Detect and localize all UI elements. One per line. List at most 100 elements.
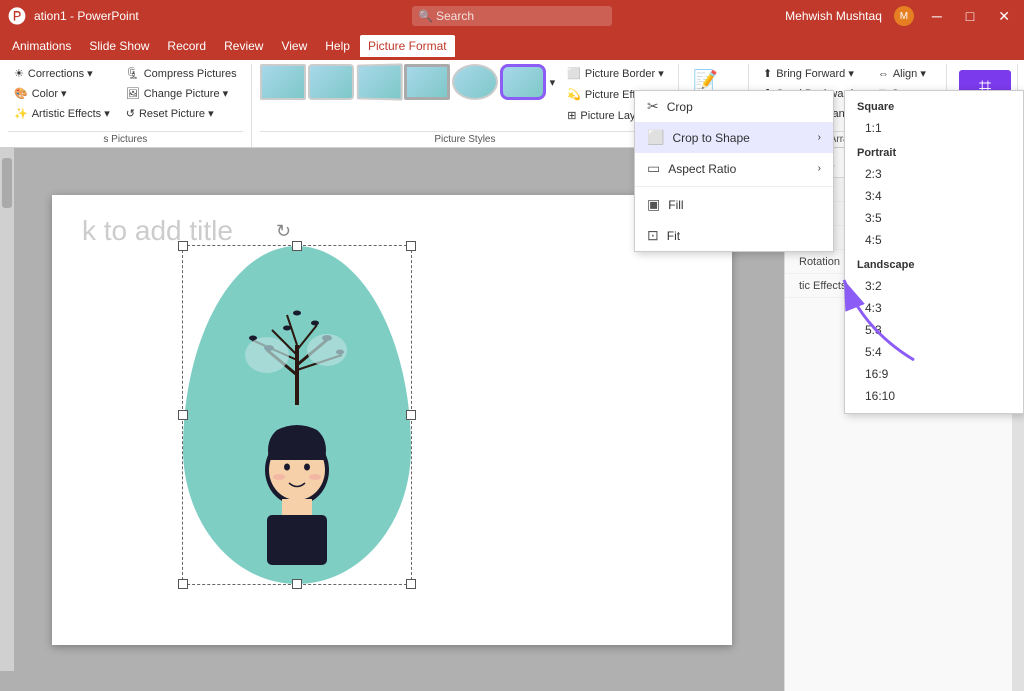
compress-icon: 🗜 — [126, 67, 140, 80]
picture-border-button[interactable]: ⬜ Picture Border ▾ — [561, 64, 670, 83]
ratio-1-1[interactable]: 1:1 — [845, 117, 1023, 139]
handle-top-left[interactable] — [178, 241, 188, 251]
menu-picture-format[interactable]: Picture Format — [360, 35, 455, 57]
title-bar: 🅟 ation1 - PowerPoint 🔍 Mehwish Mushtaq … — [0, 0, 1024, 32]
ratio-3-4[interactable]: 3:4 — [845, 185, 1023, 207]
styles-more-button[interactable]: ▾ — [548, 74, 558, 91]
artistic-effects-button[interactable]: ✨ Artistic Effects ▾ — [8, 104, 116, 123]
app-icon: 🅟 — [8, 3, 26, 29]
style-thumb-5[interactable] — [452, 64, 498, 100]
style-thumb-6[interactable] — [500, 64, 546, 100]
align-icon: ⇔ — [878, 68, 889, 80]
fit-icon: ⊡ — [647, 227, 659, 244]
aspect-ratio-icon: ▭ — [647, 160, 660, 177]
search-input[interactable] — [412, 6, 612, 26]
ratio-3-2[interactable]: 3:2 — [845, 275, 1023, 297]
search-icon: 🔍 — [418, 9, 433, 23]
landscape-header: Landscape — [845, 255, 1023, 275]
handle-bottom-left[interactable] — [178, 579, 188, 589]
menu-record[interactable]: Record — [159, 35, 214, 57]
dropdown-fill[interactable]: ▣ Fill — [635, 189, 833, 220]
corrections-icon: ☀ — [14, 67, 24, 80]
dropdown-aspect-ratio[interactable]: ▭ Aspect Ratio › — [635, 153, 833, 184]
bring-forward-icon: ⬆ — [763, 67, 772, 80]
layout-icon: ⊞ — [567, 109, 576, 122]
ribbon-group-styles: ▾ ⬜ Picture Border ▾ 💫 Picture Effects ▾… — [256, 64, 680, 147]
menu-review[interactable]: Review — [216, 35, 271, 57]
adjust-col2: 🗜 Compress Pictures 🖼 Change Picture ▾ ↺… — [120, 64, 243, 123]
reset-picture-button[interactable]: ↺ Reset Picture ▾ — [120, 104, 243, 123]
dropdown-crop-to-shape[interactable]: ⬜ Crop to Shape › — [635, 122, 833, 153]
handle-top-right[interactable] — [406, 241, 416, 251]
corrections-button[interactable]: ☀ Corrections ▾ — [8, 64, 116, 83]
aspect-ratio-submenu: Square 1:1 Portrait 2:3 3:4 3:5 4:5 Land… — [844, 90, 1024, 414]
rotate-handle[interactable]: ↻ — [276, 221, 291, 242]
ratio-4-3[interactable]: 4:3 — [845, 297, 1023, 319]
user-name: Mehwish Mushtaq — [785, 9, 882, 23]
menu-animations[interactable]: Animations — [4, 35, 79, 57]
fill-icon: ▣ — [647, 196, 660, 213]
dropdown-divider — [635, 186, 833, 187]
square-header: Square — [845, 97, 1023, 117]
ratio-5-3[interactable]: 5:3 — [845, 319, 1023, 341]
crop-to-shape-arrow: › — [818, 132, 821, 143]
ratio-16-9[interactable]: 16:9 — [845, 363, 1023, 385]
change-pic-icon: 🖼 — [126, 87, 140, 100]
ratio-4-5[interactable]: 4:5 — [845, 229, 1023, 251]
portrait-header: Portrait — [845, 143, 1023, 163]
aspect-ratio-arrow: › — [818, 163, 821, 174]
adjust-col1: ☀ Corrections ▾ 🎨 Color ▾ ✨ Artistic Eff… — [8, 64, 116, 123]
handle-bottom-middle[interactable] — [292, 579, 302, 589]
handle-bottom-right[interactable] — [406, 579, 416, 589]
dropdown-crop[interactable]: ✂ Crop — [635, 91, 833, 122]
color-icon: 🎨 — [14, 87, 28, 100]
selected-image-container[interactable] — [182, 245, 412, 585]
menu-bar: Animations Slide Show Record Review View… — [0, 32, 1024, 60]
crop-to-shape-icon: ⬜ — [647, 129, 664, 146]
minimize-button[interactable]: ─ — [926, 6, 948, 26]
search-container: 🔍 — [412, 6, 612, 26]
ribbon-group-adjust: ☀ Corrections ▾ 🎨 Color ▾ ✨ Artistic Eff… — [4, 64, 252, 147]
border-icon: ⬜ — [567, 67, 581, 80]
styles-content: ▾ ⬜ Picture Border ▾ 💫 Picture Effects ▾… — [260, 64, 671, 129]
align-button[interactable]: ⇔ Align ▾ — [872, 64, 938, 83]
style-thumb-3[interactable] — [356, 63, 402, 100]
menu-view[interactable]: View — [273, 35, 315, 57]
handle-top-middle[interactable] — [292, 241, 302, 251]
compress-pictures-button[interactable]: 🗜 Compress Pictures — [120, 64, 243, 83]
restore-button[interactable]: □ — [960, 6, 980, 26]
slide-title-placeholder[interactable]: k to add title — [82, 215, 233, 247]
change-picture-button[interactable]: 🖼 Change Picture ▾ — [120, 84, 243, 103]
style-thumb-1[interactable] — [260, 64, 306, 100]
slide-canvas[interactable]: k to add title ↻ — [52, 195, 732, 645]
dropdown-fit[interactable]: ⊡ Fit — [635, 220, 833, 251]
style-thumb-2[interactable] — [308, 64, 354, 100]
adjust-label: s Pictures — [8, 131, 243, 147]
style-thumb-4[interactable] — [404, 64, 450, 100]
ratio-3-5[interactable]: 3:5 — [845, 207, 1023, 229]
picture-styles-list: ▾ — [260, 64, 558, 100]
app-title: ation1 - PowerPoint — [34, 9, 139, 23]
effects-icon: 💫 — [567, 88, 581, 101]
handle-middle-left[interactable] — [178, 410, 188, 420]
v-scrollbar[interactable] — [0, 148, 14, 671]
menu-help[interactable]: Help — [317, 35, 358, 57]
illustration-svg — [197, 255, 397, 575]
v-scroll-thumb[interactable] — [2, 158, 12, 208]
ratio-5-4[interactable]: 5:4 — [845, 341, 1023, 363]
adjust-buttons: ☀ Corrections ▾ 🎨 Color ▾ ✨ Artistic Eff… — [8, 64, 243, 129]
menu-slideshow[interactable]: Slide Show — [81, 35, 157, 57]
close-button[interactable]: ✕ — [992, 6, 1016, 27]
title-bar-right: Mehwish Mushtaq M ─ □ ✕ — [785, 6, 1016, 27]
handle-middle-right[interactable] — [406, 410, 416, 420]
image-illustration — [183, 246, 411, 584]
crop-menu-icon: ✂ — [647, 98, 659, 115]
bring-forward-button[interactable]: ⬆ Bring Forward ▾ — [757, 64, 868, 83]
ratio-16-10[interactable]: 16:10 — [845, 385, 1023, 407]
reset-icon: ↺ — [126, 107, 135, 120]
color-button[interactable]: 🎨 Color ▾ — [8, 84, 116, 103]
user-avatar: M — [894, 6, 914, 26]
crop-dropdown-menu: ✂ Crop ⬜ Crop to Shape › ▭ Aspect Ratio … — [634, 90, 834, 252]
artistic-icon: ✨ — [14, 107, 28, 120]
ratio-2-3[interactable]: 2:3 — [845, 163, 1023, 185]
